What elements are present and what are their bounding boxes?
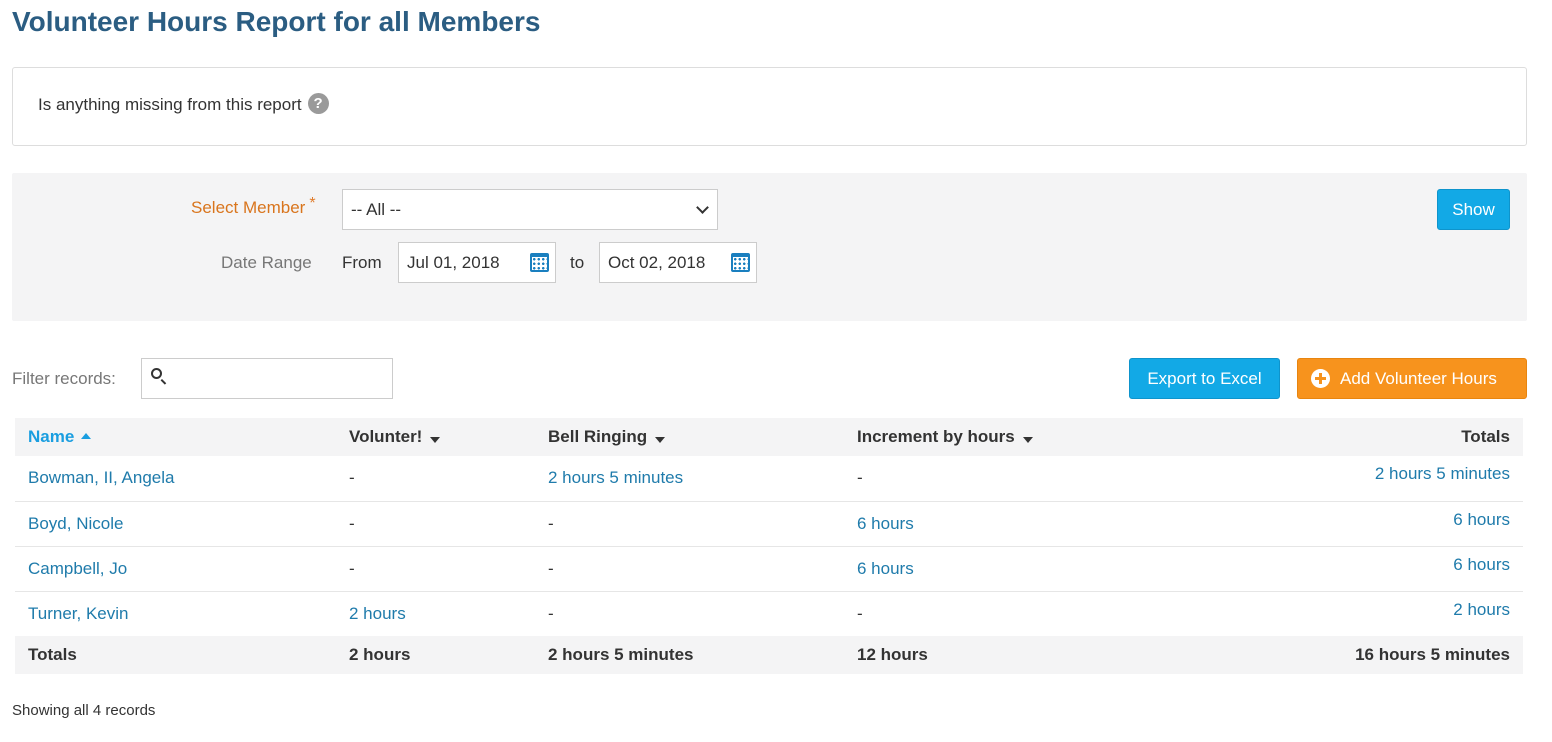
volunteer-link[interactable]: 2 hours — [336, 591, 535, 636]
sort-descending-icon — [430, 437, 441, 443]
table-row: Turner, Kevin 2 hours - - 2 hours — [15, 591, 1523, 636]
totals-row: Totals 2 hours 2 hours 5 minutes 12 hour… — [15, 636, 1523, 674]
volunteer-cell: - — [349, 513, 355, 533]
missing-notice-panel: Is anything missing from this report? — [12, 67, 1527, 146]
row-total-link[interactable]: 2 hours — [1194, 591, 1523, 636]
bell-ringing-cell: - — [548, 513, 554, 533]
row-total-text: 6 hours — [1453, 554, 1510, 574]
member-name-link[interactable]: Campbell, Jo — [15, 546, 336, 591]
volunteer-hours-table: Name Volunter! Bell Ringing Increment by… — [15, 418, 1523, 674]
from-date-input[interactable]: Jul 01, 2018 — [398, 242, 556, 283]
row-total-text: 6 hours — [1453, 509, 1510, 529]
member-select[interactable]: -- All -- — [342, 189, 718, 230]
member-name-link[interactable]: Bowman, II, Angela — [15, 456, 336, 501]
member-name-link[interactable]: Turner, Kevin — [15, 591, 336, 636]
row-total-link[interactable]: 6 hours — [1194, 501, 1523, 546]
required-marker: * — [309, 195, 316, 212]
column-header-name-text: Name — [28, 427, 75, 446]
table-row: Campbell, Jo - - 6 hours 6 hours — [15, 546, 1523, 591]
calendar-icon[interactable] — [731, 253, 750, 272]
from-date-value: Jul 01, 2018 — [407, 253, 500, 272]
row-total-text: 2 hours 5 minutes — [1374, 464, 1510, 484]
column-header-bell-ringing[interactable]: Bell Ringing — [535, 418, 844, 456]
to-label: to — [570, 253, 585, 272]
filter-records-label: Filter records: — [12, 369, 116, 388]
row-total-link[interactable]: 2 hours 5 minutes — [1194, 456, 1523, 501]
totals-label: Totals — [28, 645, 77, 664]
missing-notice: Is anything missing from this report? — [38, 93, 329, 116]
show-button[interactable]: Show — [1437, 189, 1510, 230]
column-header-increment[interactable]: Increment by hours — [844, 418, 1194, 456]
to-date-input[interactable]: Oct 02, 2018 — [599, 242, 757, 283]
help-icon[interactable]: ? — [307, 93, 329, 115]
increment-cell: - — [857, 603, 863, 623]
row-total-text: 2 hours — [1453, 599, 1510, 619]
column-header-name[interactable]: Name — [15, 418, 336, 456]
member-name-link[interactable]: Boyd, Nicole — [15, 501, 336, 546]
totals-bell-ringing: 2 hours 5 minutes — [548, 645, 694, 664]
table-row: Boyd, Nicole - - 6 hours 6 hours — [15, 501, 1523, 546]
column-header-increment-text: Increment by hours — [857, 427, 1015, 446]
column-header-totals: Totals — [1461, 427, 1510, 446]
bell-ringing-cell: - — [548, 603, 554, 623]
add-volunteer-hours-button[interactable]: Add Volunteer Hours — [1297, 358, 1527, 399]
member-select-value: -- All -- — [351, 200, 402, 219]
sort-descending-icon — [1022, 437, 1033, 443]
sort-descending-icon — [655, 437, 666, 443]
increment-link[interactable]: 6 hours — [844, 501, 1194, 546]
chevron-down-icon — [696, 201, 709, 214]
volunteer-cell: - — [349, 558, 355, 578]
filter-records-input[interactable] — [141, 358, 393, 399]
increment-link[interactable]: 6 hours — [844, 546, 1194, 591]
grand-total: 16 hours 5 minutes — [1355, 645, 1510, 664]
bell-ringing-link[interactable]: 2 hours 5 minutes — [535, 456, 844, 501]
calendar-icon[interactable] — [530, 253, 549, 272]
export-to-excel-button[interactable]: Export to Excel — [1129, 358, 1280, 399]
column-header-volunteer-text: Volunter! — [349, 427, 423, 446]
date-range-label: Date Range — [221, 253, 312, 272]
missing-notice-text: Is anything missing from this report — [38, 95, 302, 114]
sort-ascending-icon — [81, 433, 92, 439]
totals-volunteer: 2 hours — [349, 645, 411, 664]
volunteer-cell: - — [349, 468, 355, 488]
record-count: Showing all 4 records — [12, 702, 156, 719]
bell-ringing-cell: - — [548, 558, 554, 578]
row-total-link[interactable]: 6 hours — [1194, 546, 1523, 591]
select-member-label-text: Select Member — [191, 198, 306, 217]
from-label: From — [342, 253, 382, 272]
table-row: Bowman, II, Angela - 2 hours 5 minutes -… — [15, 456, 1523, 501]
select-member-label: Select Member * — [191, 195, 316, 218]
add-volunteer-hours-label: Add Volunteer Hours — [1340, 369, 1497, 388]
totals-increment: 12 hours — [857, 645, 928, 664]
to-date-value: Oct 02, 2018 — [608, 253, 706, 272]
table-header-row: Name Volunter! Bell Ringing Increment by… — [15, 418, 1523, 456]
plus-circle-icon — [1311, 369, 1330, 388]
increment-cell: - — [857, 468, 863, 488]
column-header-bell-ringing-text: Bell Ringing — [548, 427, 648, 446]
page-title: Volunteer Hours Report for all Members — [12, 6, 541, 37]
filter-panel: Select Member * -- All -- Date Range From… — [12, 173, 1527, 321]
column-header-volunteer[interactable]: Volunter! — [336, 418, 535, 456]
search-icon — [151, 368, 162, 379]
